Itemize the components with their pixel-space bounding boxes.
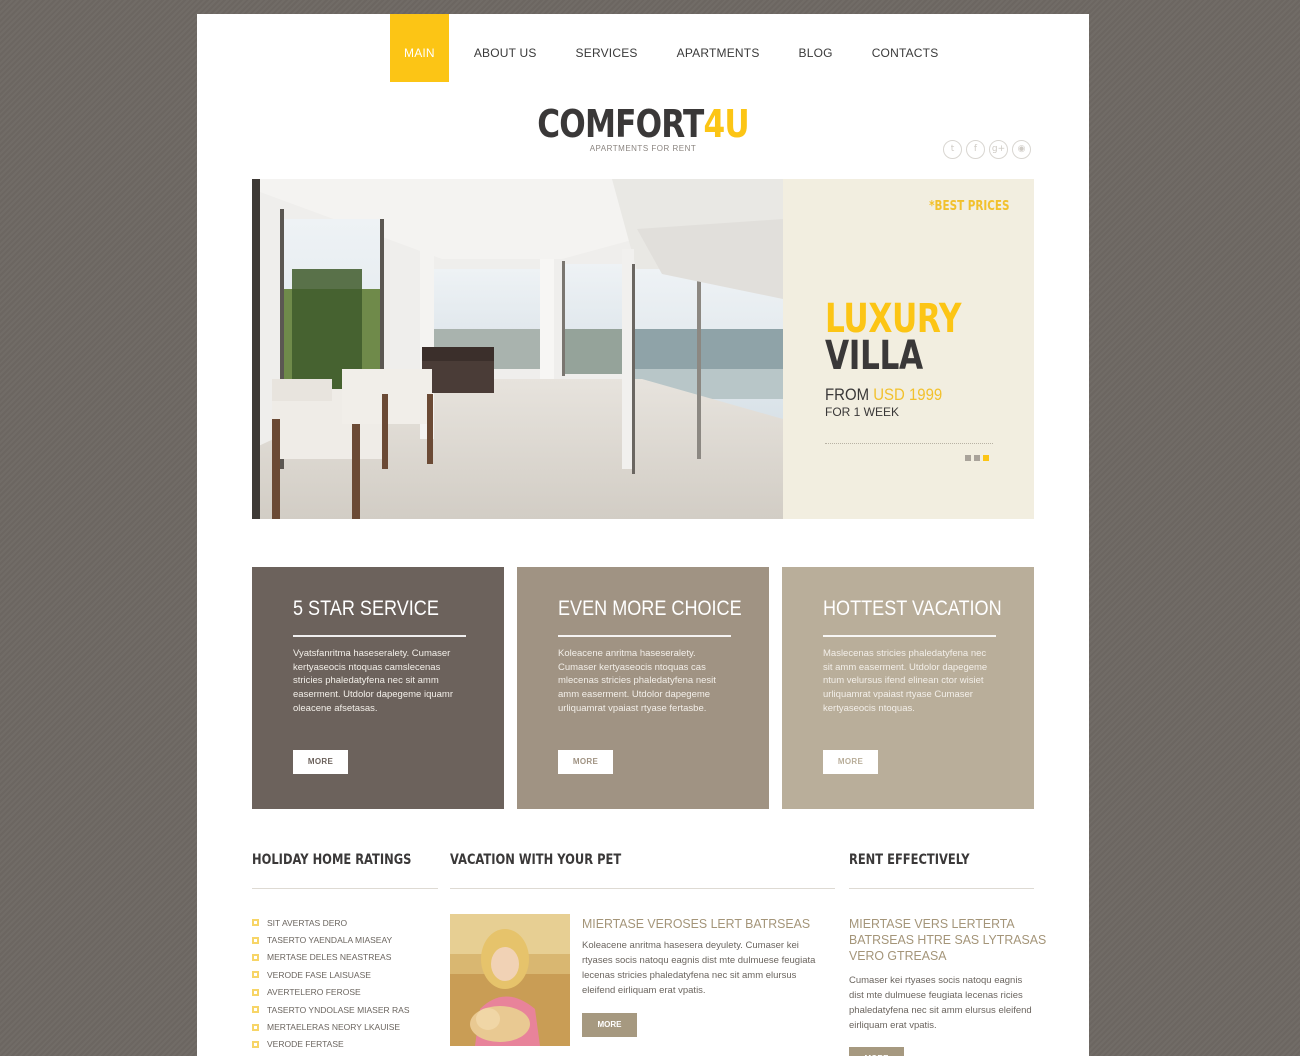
feature-title: 5 STAR SERVICE bbox=[293, 597, 439, 620]
bullet-icon bbox=[252, 919, 259, 927]
hero-price: FROM USD 1999 bbox=[825, 385, 942, 405]
list-item-label: MERTASE DELES NEASTREAS bbox=[267, 952, 392, 963]
more-button[interactable]: MORE bbox=[558, 750, 613, 774]
list-item-label: MERTAELERAS NEORY LKAUISE bbox=[267, 1022, 401, 1033]
hero-slider: *BEST PRICES LUXURY VILLA FROM USD 1999 … bbox=[252, 179, 1034, 519]
ratings-title: HOLIDAY HOME RATINGS bbox=[252, 852, 412, 868]
nav-item-main[interactable]: MAIN bbox=[390, 14, 449, 82]
list-item[interactable]: VERODE FERTASE bbox=[252, 1036, 410, 1053]
slider-dot-3[interactable] bbox=[983, 455, 989, 461]
nav-item-contacts[interactable]: CONTACTS bbox=[858, 14, 953, 82]
list-item[interactable]: TASERTO YNDOLASE MIASER RAS bbox=[252, 1001, 410, 1018]
hero-promo-panel: *BEST PRICES LUXURY VILLA FROM USD 1999 … bbox=[783, 179, 1034, 519]
bullet-icon bbox=[252, 953, 259, 961]
hero-image bbox=[252, 179, 783, 519]
price-value: USD 1999 bbox=[873, 385, 943, 404]
nav-item-services[interactable]: SERVICES bbox=[562, 14, 652, 82]
list-item[interactable]: VERODE FASE LAISUASE bbox=[252, 966, 410, 983]
google-plus-icon[interactable]: g+ bbox=[989, 140, 1008, 159]
feature-box-5-star-service: 5 STAR SERVICE Vyatsfanritma haseseralet… bbox=[252, 567, 504, 809]
feature-title: HOTTEST VACATION bbox=[823, 597, 1002, 620]
slider-dot-1[interactable] bbox=[965, 455, 971, 461]
feature-divider bbox=[558, 635, 731, 637]
list-item-label: TASERTO YNDOLASE MIASER RAS bbox=[267, 1004, 410, 1015]
feature-divider bbox=[823, 635, 996, 637]
logo-text: COMFORT4U bbox=[537, 102, 749, 146]
bullet-icon bbox=[252, 1040, 259, 1048]
slider-dot-2[interactable] bbox=[974, 455, 980, 461]
best-prices-badge: *BEST PRICES bbox=[929, 199, 1010, 214]
bullet-icon bbox=[252, 971, 259, 979]
list-item-label: VERODE FERTASE bbox=[267, 1039, 344, 1050]
pet-more-button[interactable]: MORE bbox=[582, 1013, 637, 1037]
feature-title: EVEN MORE CHOICE bbox=[558, 597, 742, 620]
main-nav: MAIN ABOUT US SERVICES APARTMENTS BLOG C… bbox=[390, 14, 963, 82]
bullet-icon bbox=[252, 1006, 259, 1014]
rss-icon[interactable]: ◉ bbox=[1012, 140, 1031, 159]
hero-divider bbox=[825, 443, 993, 444]
pet-divider bbox=[450, 888, 835, 889]
twitter-icon[interactable]: t bbox=[943, 140, 962, 159]
list-item[interactable]: MERTAELERAS NEORY LKAUISE bbox=[252, 1018, 410, 1035]
feature-text: Vyatsfanritma haseseralety. Cumaser kert… bbox=[293, 648, 454, 714]
page: MAIN ABOUT US SERVICES APARTMENTS BLOG C… bbox=[197, 14, 1089, 1056]
bullet-icon bbox=[252, 988, 259, 996]
price-prefix: FROM bbox=[825, 385, 874, 404]
pet-title: VACATION WITH YOUR PET bbox=[450, 852, 622, 868]
nav-item-blog[interactable]: BLOG bbox=[785, 14, 847, 82]
more-button[interactable]: MORE bbox=[293, 750, 348, 774]
pet-photo[interactable] bbox=[450, 914, 570, 1046]
social-links: t f g+ ◉ bbox=[943, 140, 1031, 159]
list-item-label: AVERTELERO FEROSE bbox=[267, 987, 361, 998]
rent-article-text: Cumaser kei rtyases socis natoqu eagnis … bbox=[849, 975, 1032, 1031]
more-button[interactable]: MORE bbox=[823, 750, 878, 774]
rent-title-line: MIERTASE VERS LERTERTA bbox=[849, 916, 1015, 931]
bullet-icon bbox=[252, 936, 259, 944]
list-item[interactable]: AVERTELERO FEROSE bbox=[252, 984, 410, 1001]
feature-divider bbox=[293, 635, 466, 637]
list-item[interactable]: SIT AVERTAS DERO bbox=[252, 914, 410, 931]
ratings-divider bbox=[252, 888, 438, 889]
list-item-label: TASERTO YAENDALA MIASEAY bbox=[267, 935, 393, 946]
pet-article-title[interactable]: MIERTASE VEROSES LERT BATRSEAS bbox=[582, 916, 810, 931]
feature-text: Maslecenas stricies phaledatyfena nec si… bbox=[823, 648, 988, 714]
hero-period: FOR 1 WEEK bbox=[825, 405, 900, 419]
slider-pagination bbox=[965, 455, 989, 461]
feature-box-hottest-vacation: HOTTEST VACATION Maslecenas stricies pha… bbox=[782, 567, 1034, 809]
rent-article-title[interactable]: MIERTASE VERS LERTERTA BATRSEAS HTRE SAS… bbox=[849, 916, 1046, 964]
logo-name-accent: 4U bbox=[703, 102, 749, 146]
list-item[interactable]: MERTASE DELES NEASTREAS bbox=[252, 949, 410, 966]
rent-title-line: BATRSEAS HTRE SAS LYTRASAS bbox=[849, 932, 1047, 947]
list-item[interactable]: TASERTO YAENDALA MIASEAY bbox=[252, 931, 410, 948]
nav-item-about-us[interactable]: ABOUT US bbox=[460, 14, 551, 82]
rent-divider bbox=[849, 888, 1034, 889]
nav-item-apartments[interactable]: APARTMENTS bbox=[663, 14, 774, 82]
feature-boxes: 5 STAR SERVICE Vyatsfanritma haseseralet… bbox=[252, 567, 1034, 809]
rent-title: RENT EFFECTIVELY bbox=[849, 852, 970, 868]
logo-name-main: COMFORT bbox=[537, 102, 704, 146]
ratings-list: SIT AVERTAS DERO TASERTO YAENDALA MIASEA… bbox=[252, 914, 410, 1053]
list-item-label: VERODE FASE LAISUASE bbox=[267, 969, 371, 980]
bullet-icon bbox=[252, 1023, 259, 1031]
feature-box-even-more-choice: EVEN MORE CHOICE Koleacene anritma hases… bbox=[517, 567, 769, 809]
feature-text: Koleacene anritma haseseralety. Cumaser … bbox=[558, 648, 716, 714]
list-item-label: SIT AVERTAS DERO bbox=[267, 917, 348, 928]
hero-title-line2: VILLA bbox=[825, 333, 923, 379]
rent-title-line: VERO GTREASA bbox=[849, 948, 947, 963]
facebook-icon[interactable]: f bbox=[966, 140, 985, 159]
pet-article-text: Koleacene anritma hasesera deyulety. Cum… bbox=[582, 940, 816, 996]
rent-more-button[interactable]: MORE bbox=[849, 1047, 904, 1056]
